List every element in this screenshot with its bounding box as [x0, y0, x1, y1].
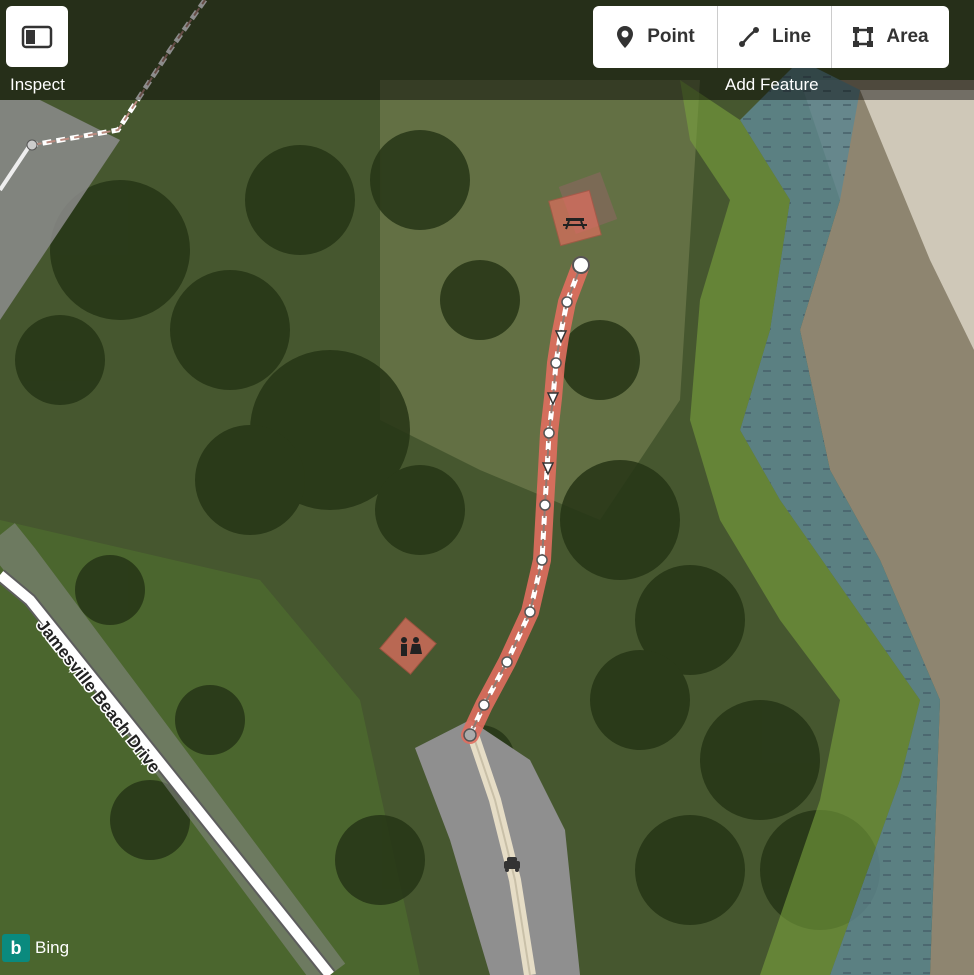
map-canvas[interactable]: Jamesville Beach Drive — [0, 0, 974, 975]
point-label: Point — [647, 26, 695, 47]
line-label: Line — [771, 26, 812, 47]
line-icon — [738, 27, 759, 47]
inspect-button[interactable] — [6, 6, 68, 67]
sidebar-toggle-icon — [21, 25, 53, 48]
imagery-attribution[interactable]: b Bing — [2, 934, 69, 962]
inspect-caption: Inspect — [10, 75, 65, 94]
path-endpoint-north — [572, 256, 590, 274]
add-point-button[interactable]: Point — [593, 6, 717, 68]
add-line-button[interactable]: Line — [717, 6, 831, 68]
bing-logo-icon: b — [2, 934, 30, 962]
attribution-text: Bing — [35, 938, 70, 957]
add-area-button[interactable]: Area — [831, 6, 949, 68]
area-icon — [853, 27, 874, 47]
area-label: Area — [886, 26, 929, 47]
map-pin-icon — [617, 26, 634, 48]
path-endpoint-south — [463, 728, 477, 742]
add-feature-caption: Add Feature — [725, 75, 819, 94]
